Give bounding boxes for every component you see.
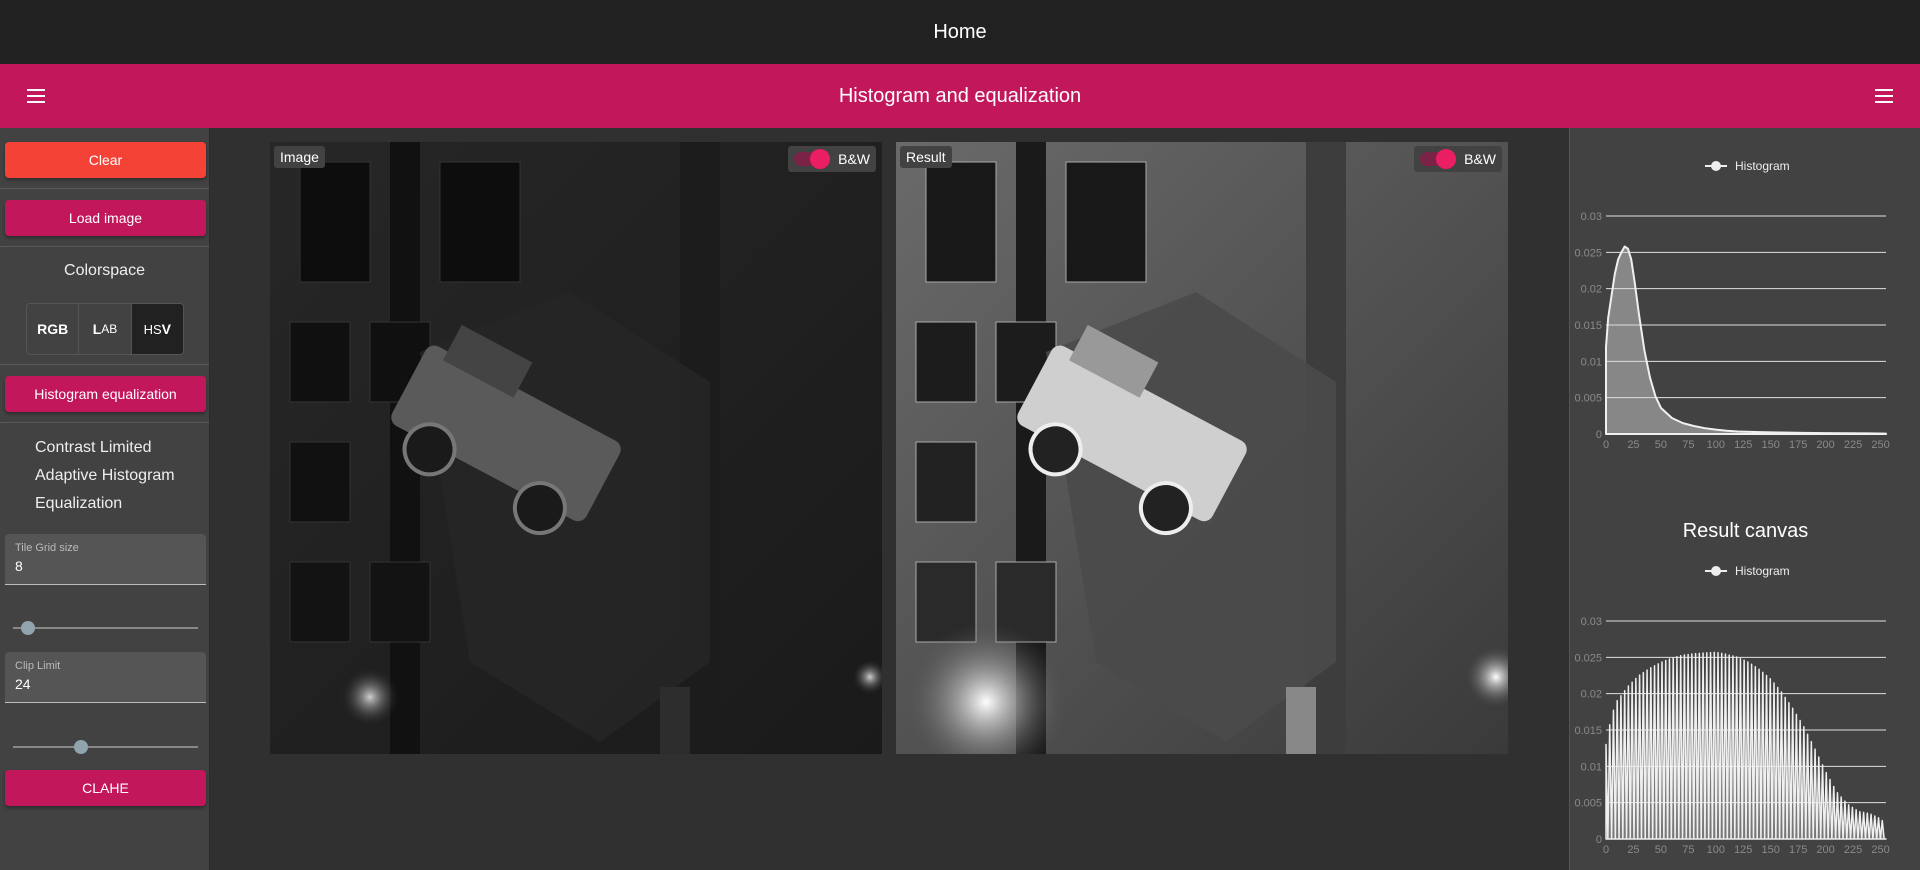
x-tick-label: 175 (1789, 844, 1807, 856)
toggle-switch[interactable] (1418, 149, 1457, 169)
histogram-series (1605, 651, 1887, 840)
x-tick-label: 250 (1871, 439, 1889, 451)
legend-marker (1711, 566, 1721, 576)
y-tick-label: 0.025 (1574, 247, 1602, 259)
x-tick-label: 150 (1762, 844, 1780, 856)
x-tick-label: 200 (1816, 844, 1834, 856)
tile-grid-size-field[interactable]: Tile Grid size (5, 534, 206, 585)
slider-thumb[interactable] (74, 740, 89, 754)
load-image-button[interactable]: Load image (5, 200, 206, 236)
clear-button[interactable]: Clear (5, 142, 206, 178)
divider (0, 246, 209, 247)
y-tick-label: 0.005 (1574, 798, 1602, 810)
result-histogram-chart: Histogram 0 0.005 0.01 0.015 0.02 0.025 0.03 0 25… (1574, 564, 1889, 856)
x-tick-label: 225 (1844, 844, 1862, 856)
histogram-series (1605, 245, 1887, 435)
x-tick-label: 100 (1707, 439, 1725, 451)
colorspace-lab-bold: L (92, 321, 102, 337)
tile-grid-size-label: Tile Grid size (15, 542, 79, 554)
y-tick-label: 0.01 (1581, 761, 1602, 773)
divider (0, 422, 209, 423)
x-tick-label: 250 (1871, 844, 1889, 856)
x-tick-label: 125 (1734, 844, 1752, 856)
colorspace-hsv-pre: HS (143, 321, 162, 337)
colorspace-lab-button[interactable]: L AB (79, 304, 132, 354)
top-bar: Home (0, 0, 1920, 64)
sidebar: Clear Load image Colorspace RGB L AB HS V … (0, 128, 210, 870)
slider-thumb[interactable] (20, 621, 35, 635)
menu-icon-right[interactable] (1870, 82, 1898, 110)
x-tick-label: 25 (1627, 844, 1639, 856)
app-bar: Histogram and equalization (0, 64, 1920, 128)
image-bw-toggle[interactable]: B&W (788, 146, 876, 172)
clip-limit-field[interactable]: Clip Limit (5, 652, 206, 703)
x-tick-label: 50 (1655, 439, 1667, 451)
divider (0, 188, 209, 189)
x-tick-label: 200 (1816, 439, 1834, 451)
x-tick-label: 25 (1627, 439, 1639, 451)
y-tick-label: 0.03 (1581, 211, 1602, 223)
colorspace-rgb-button[interactable]: RGB (27, 304, 80, 354)
legend-marker (1711, 161, 1721, 171)
clip-limit-input[interactable] (15, 676, 195, 692)
y-tick-label: 0.005 (1574, 393, 1602, 405)
app-bar-title: Histogram and equalization (838, 84, 1082, 107)
y-tick-label: 0 (1596, 429, 1602, 441)
clahe-button[interactable]: CLAHE (5, 770, 206, 806)
x-tick-label: 0 (1603, 439, 1609, 451)
x-tick-label: 125 (1734, 439, 1752, 451)
histogram-equalization-button[interactable]: Histogram equalization (5, 376, 206, 412)
colorspace-label: Colorspace (64, 262, 145, 279)
y-tick-label: 0.01 (1581, 356, 1602, 368)
x-tick-label: 175 (1789, 439, 1807, 451)
legend-label: Histogram (1735, 159, 1790, 173)
x-tick-label: 75 (1682, 439, 1694, 451)
colorspace-hsv-button[interactable]: HS V (131, 304, 183, 354)
top-bar-title: Home (933, 20, 987, 43)
y-tick-label: 0.015 (1574, 320, 1602, 332)
y-tick-label: 0.025 (1574, 652, 1602, 664)
image-label-chip: Image (274, 146, 325, 168)
x-tick-label: 50 (1655, 844, 1667, 856)
divider (0, 364, 209, 365)
x-tick-label: 150 (1762, 439, 1780, 451)
result-label-chip: Result (900, 146, 952, 168)
clahe-description: Contrast Limited Adaptive Histogram Equa… (35, 439, 175, 512)
slider-track (13, 746, 198, 748)
result-canvas-picture (896, 142, 1508, 754)
colorspace-lab-rest: AB (101, 322, 118, 336)
y-tick-label: 0.02 (1581, 689, 1602, 701)
slider-track (13, 627, 198, 629)
tile-grid-size-slider[interactable] (13, 620, 198, 636)
colorspace-toggle-group: RGB L AB HS V (26, 303, 184, 355)
y-tick-label: 0 (1596, 834, 1602, 846)
y-tick-label: 0.02 (1581, 284, 1602, 296)
result-bw-toggle[interactable]: B&W (1414, 146, 1502, 172)
result-canvas[interactable]: Result B&W (896, 142, 1508, 754)
image-canvas-picture (270, 142, 882, 754)
toggle-switch[interactable] (792, 149, 831, 169)
x-tick-label: 225 (1844, 439, 1862, 451)
colorspace-rgb-label: RGB (37, 321, 69, 337)
x-tick-label: 0 (1603, 844, 1609, 856)
x-tick-label: 100 (1707, 844, 1725, 856)
menu-icon-left[interactable] (22, 82, 50, 110)
image-histogram-chart: Histogram 0 0.005 0.01 0.015 0.02 0.025 0.03 0 25… (1574, 159, 1889, 451)
bw-label: B&W (1464, 151, 1496, 167)
y-tick-label: 0.015 (1574, 725, 1602, 737)
image-canvas[interactable]: Image B&W (270, 142, 882, 754)
y-tick-label: 0.03 (1581, 616, 1602, 628)
colorspace-hsv-bold: V (161, 321, 172, 337)
clip-limit-slider[interactable] (13, 739, 198, 755)
x-tick-label: 75 (1682, 844, 1694, 856)
tile-grid-size-input[interactable] (15, 558, 195, 574)
legend-label: Histogram (1735, 564, 1790, 578)
clip-limit-label: Clip Limit (15, 660, 61, 672)
histogram-panel: Histogram 0 0.005 0.01 0.015 0.02 0.025 0.03 0 25… (1569, 128, 1920, 870)
bw-label: B&W (838, 151, 870, 167)
